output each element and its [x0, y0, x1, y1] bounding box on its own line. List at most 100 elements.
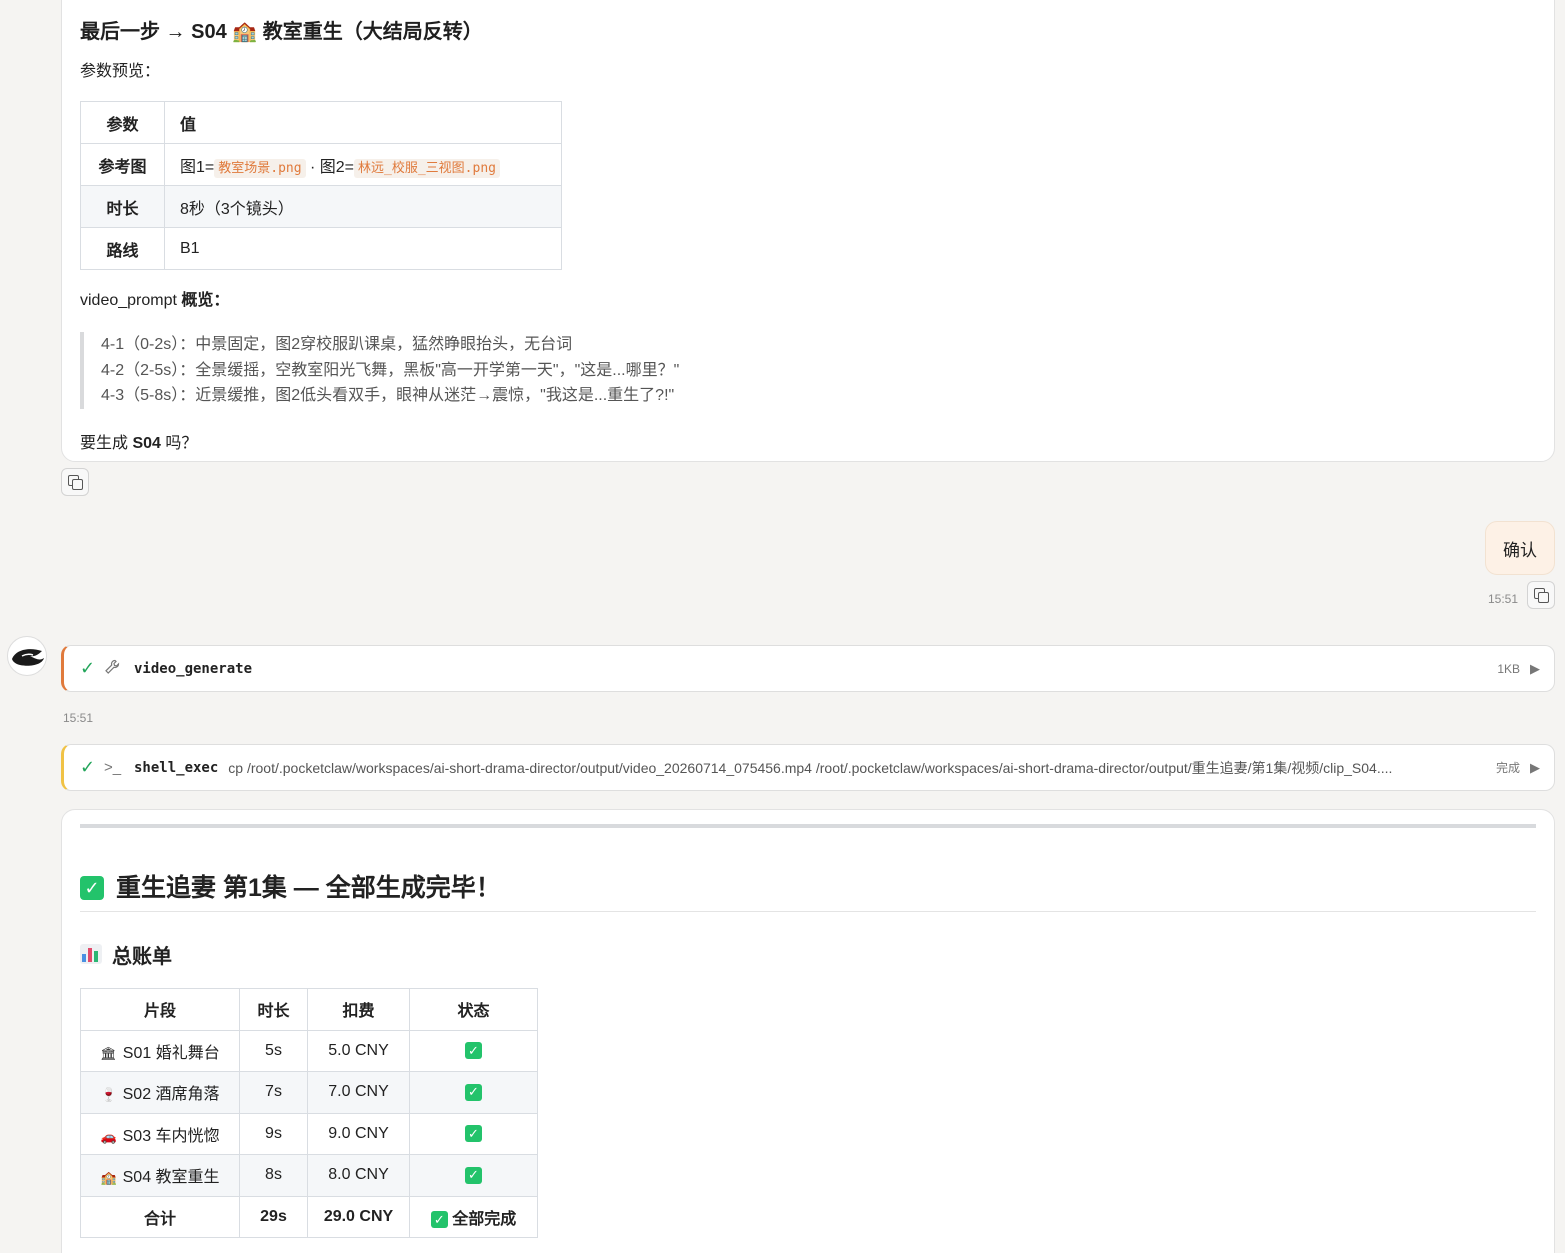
tool-meta: 1KB ▶ — [1497, 646, 1540, 691]
green-check-box-icon: ✓ — [80, 875, 104, 900]
school-icon: 🏫 — [100, 1170, 117, 1186]
file-ref-1: 教室场景.png — [214, 158, 306, 178]
bill-status: ✓ — [409, 1071, 538, 1114]
user-message-time: 15:51 — [1488, 592, 1519, 606]
bill-total-row: 合计 29s 29.0 CNY ✓ 全部完成 — [80, 1195, 538, 1238]
bill-heading: 总账单 — [80, 940, 1536, 968]
bill-duration: 7s — [239, 1071, 308, 1114]
video-prompt-suffix: 概览： — [176, 292, 230, 309]
bill-header: 片段 — [80, 988, 240, 1031]
file-ref-2: 林远_校服_三视图.png — [354, 158, 500, 178]
bill-cost: 7.0 CNY — [307, 1071, 410, 1114]
total-cost: 29.0 CNY — [307, 1195, 410, 1238]
bill-status: ✓ — [409, 1112, 538, 1155]
param-key: 参考图 — [80, 143, 165, 186]
copy-icon — [68, 475, 83, 490]
params-header-key: 参数 — [80, 101, 165, 144]
wine-glass-icon: 🍷 — [100, 1087, 117, 1103]
bar-chart-icon — [80, 944, 102, 964]
bill-header: 时长 — [239, 988, 308, 1031]
param-value: 图1= 教室场景.png · 图2= 林远_校服_三视图.png — [164, 143, 562, 186]
success-check-icon: ✓ — [80, 757, 96, 777]
total-duration: 29s — [239, 1195, 308, 1238]
tool-name: video_generate — [134, 660, 253, 677]
tool-call-shell-exec[interactable]: ✓ >_ shell_exec cp /root/.pocketclaw/wor… — [61, 744, 1555, 791]
copy-user-message-button[interactable] — [1527, 581, 1555, 609]
bill-row: 🚗 S03 车内恍惚 9s 9.0 CNY ✓ — [80, 1112, 538, 1155]
shot-item: 4-2（2-5s）：全景缓摇，空教室阳光飞舞，黑板"高一开学第一天"，"这是..… — [101, 361, 680, 379]
bill-segment: 🚗 S03 车内恍惚 — [80, 1112, 240, 1155]
params-label: 参数预览： — [80, 63, 161, 80]
total-label: 合计 — [80, 1195, 240, 1238]
tool-name: shell_exec — [134, 759, 219, 776]
tool-call-video-generate[interactable]: ✓ video_generate 1KB ▶ — [61, 645, 1555, 692]
tool-command: cp /root/.pocketclaw/workspaces/ai-short… — [228, 759, 1393, 776]
param-value: 8秒（3个镜头） — [164, 185, 562, 228]
params-row: 参考图 图1= 教室场景.png · 图2= 林远_校服_三视图.png — [80, 143, 562, 186]
params-header-value: 值 — [164, 101, 562, 144]
param-key: 时长 — [80, 185, 165, 228]
copy-icon — [1534, 588, 1549, 603]
ask-suffix: 吗？ — [160, 434, 198, 452]
green-check-box-icon: ✓ — [430, 1211, 448, 1229]
video-prompt-heading: video_prompt 概览： — [80, 290, 1536, 312]
bill-row: 🍷 S02 酒席角落 7s 7.0 CNY ✓ — [80, 1071, 538, 1114]
success-check-icon: ✓ — [80, 658, 96, 678]
bill-segment: 🍷 S02 酒席角落 — [80, 1071, 240, 1114]
bill-segment: 🏫 S04 教室重生 — [80, 1154, 240, 1197]
params-row: 路线 B1 — [80, 227, 562, 270]
completion-title: 重生追妻 第1集 — 全部生成完毕！ — [116, 873, 501, 902]
bill-row: 🏫 S04 教室重生 8s 8.0 CNY ✓ — [80, 1154, 538, 1197]
ref-prefix-1: 图1= — [180, 158, 215, 176]
step-title: 最后一步 → S04 🏫 教室重生（大结局反转） — [80, 21, 483, 43]
bill-duration: 8s — [239, 1154, 308, 1197]
tool-output-size: 1KB — [1497, 661, 1520, 676]
assistant-avatar — [7, 636, 47, 676]
copy-message-button[interactable] — [61, 468, 89, 496]
param-key: 路线 — [80, 227, 165, 270]
shot-item: 4-3（5-8s）：近景缓推，图2低头看双手，眼神从迷茫→震惊，"我这是...重… — [101, 387, 675, 404]
expand-triangle-icon[interactable]: ▶ — [1530, 661, 1540, 677]
total-status-text: 全部完成 — [452, 1210, 517, 1228]
assistant-message-card: 最后一步 → S04 🏫 教室重生（大结局反转） 参数预览： 参数 值 参考图 … — [61, 0, 1555, 462]
params-row: 时长 8秒（3个镜头） — [80, 185, 562, 228]
segment-name: S01 婚礼舞台 — [122, 1044, 220, 1062]
bill-row: 🏛 S01 婚礼舞台 5s 5.0 CNY ✓ — [80, 1029, 538, 1072]
user-message-bubble: 确认 — [1485, 521, 1555, 575]
bill-segment: 🏛 S01 婚礼舞台 — [80, 1029, 240, 1072]
bill-duration: 5s — [239, 1029, 308, 1072]
ref-separator: · 图2= — [305, 158, 355, 176]
segment-name: S02 酒席角落 — [122, 1086, 220, 1104]
bill-status: ✓ — [409, 1029, 538, 1072]
bill-status: ✓ — [409, 1154, 538, 1197]
car-icon: 🚗 — [100, 1128, 117, 1144]
tool-time: 15:51 — [63, 711, 94, 725]
claw-logo-icon — [12, 649, 44, 666]
video-prompt-label: video_prompt — [80, 292, 177, 309]
wrench-icon — [104, 659, 134, 679]
green-check-box-icon: ✓ — [465, 1166, 482, 1184]
bill-cost: 9.0 CNY — [307, 1112, 410, 1155]
segment-name: S04 教室重生 — [122, 1169, 220, 1187]
bill-header: 状态 — [409, 988, 538, 1031]
assistant-summary-card: ✓ 重生追妻 第1集 — 全部生成完毕！ 总账单 片段 时长 扣费 状态 🏛 S0… — [61, 809, 1555, 1253]
bill-cost: 8.0 CNY — [307, 1154, 410, 1197]
shot-list: 4-1（0-2s）：中景固定，图2穿校服趴课桌，猛然睁眼抬头，无台词 4-2（2… — [80, 332, 1536, 409]
segment-name: S03 车内恍惚 — [122, 1127, 220, 1145]
params-table: 参数 值 参考图 图1= 教室场景.png · 图2= 林远_校服_三视图.png … — [80, 101, 562, 270]
completion-heading: ✓ 重生追妻 第1集 — 全部生成完毕！ — [80, 860, 1536, 912]
bill-table: 片段 时长 扣费 状态 🏛 S01 婚礼舞台 5s 5.0 CNY ✓ 🍷 S02 … — [80, 988, 538, 1238]
ask-clip-id: S04 — [132, 434, 161, 452]
bill-cost: 5.0 CNY — [307, 1029, 410, 1072]
tool-status: 完成 — [1495, 761, 1520, 775]
total-status: ✓ 全部完成 — [409, 1195, 538, 1238]
bill-duration: 9s — [239, 1112, 308, 1155]
bill-header: 扣费 — [307, 988, 410, 1031]
green-check-box-icon: ✓ — [465, 1042, 482, 1060]
temple-icon: 🏛 — [100, 1045, 117, 1061]
green-check-box-icon: ✓ — [465, 1083, 482, 1101]
green-check-box-icon: ✓ — [465, 1125, 482, 1143]
expand-triangle-icon[interactable]: ▶ — [1530, 760, 1540, 776]
ask-prefix: 要生成 — [80, 434, 133, 452]
confirm-question: 要生成 S04 吗？ — [80, 429, 1536, 453]
